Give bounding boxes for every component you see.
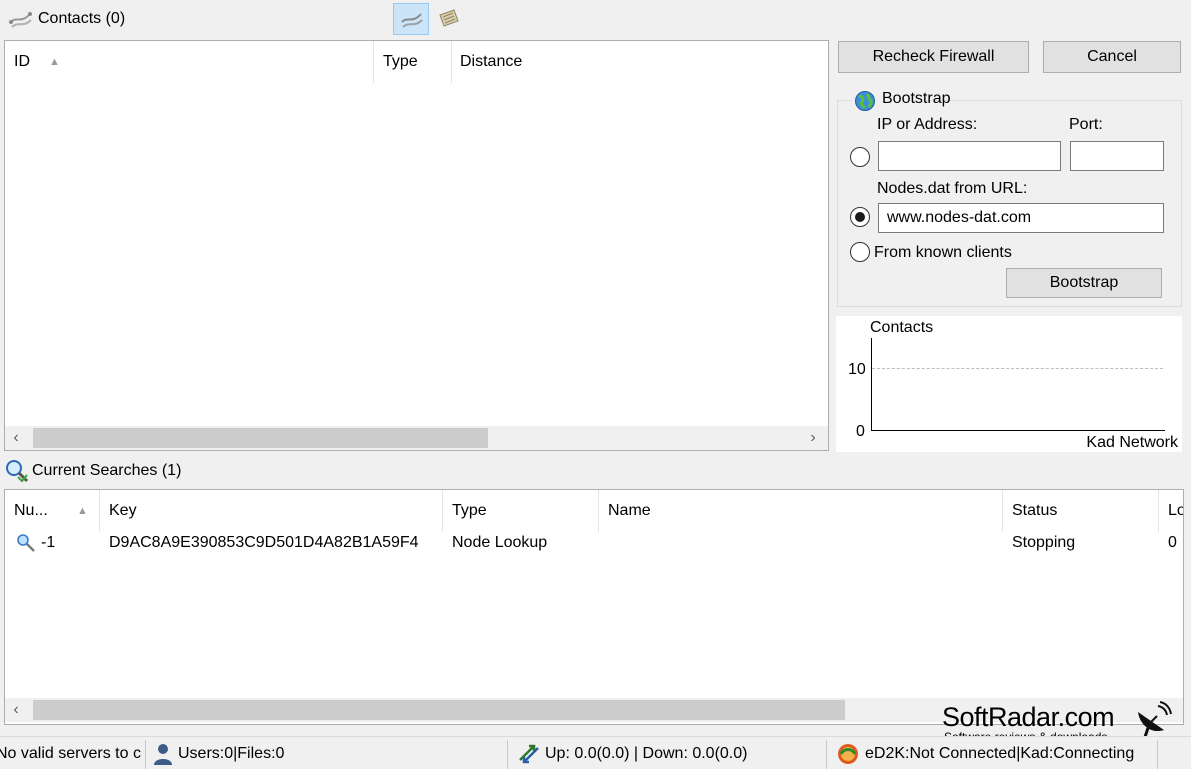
graph-y-tick-10: 10	[848, 361, 866, 378]
status-server: No valid servers to c	[0, 745, 141, 762]
column-header-distance[interactable]: Distance	[451, 41, 651, 83]
user-icon	[154, 744, 172, 765]
search-icon	[17, 534, 35, 552]
column-header-type[interactable]: Type	[374, 41, 450, 83]
cell-type: Node Lookup	[452, 534, 548, 551]
port-input[interactable]	[1070, 141, 1164, 171]
cell-key: D9AC8A9E390853C9D501D4A82B1A59F4	[109, 534, 419, 551]
ip-address-input[interactable]	[878, 141, 1061, 171]
cell-number: -1	[41, 534, 56, 551]
contacts-graph: Contacts 10 0 Kad Network	[836, 316, 1182, 452]
cell-load: 0	[1168, 534, 1177, 551]
cell-status: Stopping	[1012, 534, 1076, 551]
scrollbar-thumb[interactable]	[33, 428, 488, 448]
radio-selected-dot	[855, 212, 865, 222]
nodes-dat-url-label: Nodes.dat from URL:	[877, 180, 1028, 197]
radio-ip-address[interactable]	[850, 147, 870, 167]
network-status-icon	[838, 744, 858, 764]
radio-nodes-dat-url[interactable]	[850, 207, 870, 227]
port-label: Port:	[1069, 116, 1103, 133]
kad-network-icon	[401, 13, 423, 28]
toggle-contacts-view-button[interactable]	[393, 3, 429, 35]
contacts-list[interactable]: ID ▲ Type Distance ‹ ›	[4, 40, 829, 451]
cancel-button[interactable]: Cancel	[1043, 41, 1181, 73]
sort-ascending-icon: ▲	[49, 56, 60, 68]
radio-known-clients[interactable]	[850, 242, 870, 262]
searches-list[interactable]: Nu... ▲ Key Type Name Status Lo -1 D9AC8…	[4, 489, 1184, 725]
scroll-right-button[interactable]: ›	[802, 428, 824, 448]
scroll-icon	[439, 9, 459, 27]
column-header-status[interactable]: Status	[1003, 490, 1158, 532]
contacts-panel-title: Contacts (0)	[38, 10, 126, 27]
status-users: Users:0|Files:0	[150, 738, 505, 769]
column-header-id[interactable]: ID ▲	[5, 41, 373, 83]
horizontal-scrollbar[interactable]: ‹ ›	[5, 426, 828, 450]
kad-network-icon	[9, 12, 32, 28]
scroll-left-button[interactable]: ‹	[5, 700, 27, 720]
column-header-type[interactable]: Type	[443, 490, 598, 532]
nodes-dat-url-input[interactable]: www.nodes-dat.com	[878, 203, 1164, 233]
scroll-left-button[interactable]: ‹	[5, 428, 27, 448]
graph-y-tick-0: 0	[856, 423, 865, 440]
column-header-key[interactable]: Key	[100, 490, 442, 532]
scrollbar-thumb[interactable]	[33, 700, 845, 720]
searches-panel-title: Current Searches (1)	[32, 462, 182, 479]
bootstrap-button[interactable]: Bootstrap	[1006, 268, 1162, 298]
watermark-brand: SoftRadar.com	[942, 702, 1115, 732]
ip-address-label: IP or Address:	[877, 116, 978, 133]
graph-x-axis	[871, 430, 1165, 431]
table-row[interactable]: -1 D9AC8A9E390853C9D501D4A82B1A59F4 Node…	[5, 531, 1183, 557]
graph-y-axis	[871, 338, 872, 431]
toggle-statistics-view-button[interactable]	[432, 3, 466, 35]
recheck-firewall-button[interactable]: Recheck Firewall	[838, 41, 1029, 73]
graph-title: Contacts	[870, 319, 934, 336]
status-network: eD2K:Not Connected|Kad:Connecting	[832, 738, 1157, 769]
search-magnifier-icon	[6, 460, 29, 483]
graph-gridline	[872, 368, 1163, 369]
status-transfer: Up: 0.0(0.0) | Down: 0.0(0.0)	[513, 738, 823, 769]
column-header-load[interactable]: Lo	[1159, 490, 1183, 532]
known-clients-label: From known clients	[874, 244, 1012, 261]
transfer-arrows-icon	[519, 744, 539, 764]
graph-x-label: Kad Network	[1086, 434, 1178, 451]
column-header-number[interactable]: Nu... ▲	[5, 490, 99, 532]
sort-ascending-icon: ▲	[77, 505, 88, 517]
column-header-name[interactable]: Name	[599, 490, 1002, 532]
